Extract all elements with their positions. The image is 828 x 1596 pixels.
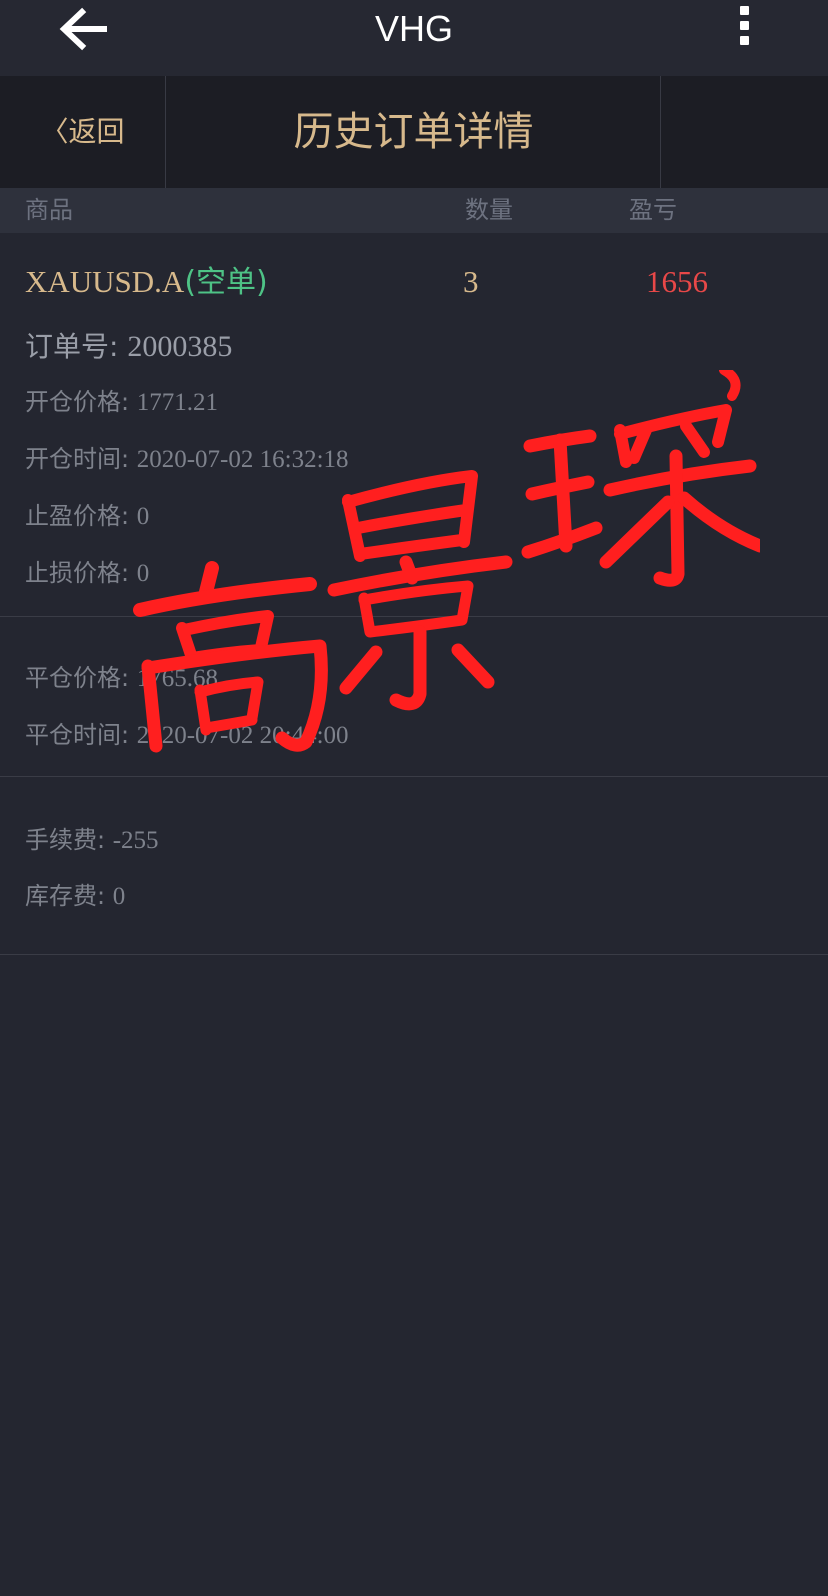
close-time-row: 平仓时间: 2020-07-02 20:44:00 bbox=[25, 715, 349, 755]
back-button[interactable]: 〈返回 bbox=[0, 76, 166, 188]
app-bar: VHG bbox=[0, 0, 828, 76]
take-profit-row: 止盈价格: 0 bbox=[25, 496, 149, 536]
open-price-row: 开仓价格: 1771.21 bbox=[25, 382, 218, 422]
commission-row: 手续费: -255 bbox=[25, 820, 159, 860]
section-divider bbox=[0, 776, 828, 777]
take-profit-label: 止盈价格: bbox=[25, 502, 130, 530]
close-price-value: 1765.68 bbox=[136, 665, 218, 692]
close-time-value: 2020-07-02 20:44:00 bbox=[136, 722, 349, 749]
column-quantity: 数量 bbox=[465, 196, 513, 224]
more-vertical-icon[interactable] bbox=[736, 6, 752, 52]
close-time-label: 平仓时间: bbox=[25, 721, 130, 749]
app-title: VHG bbox=[374, 8, 453, 49]
order-number-row: 订单号: 2000385 bbox=[25, 322, 232, 372]
section-divider bbox=[0, 616, 828, 617]
order-number-label: 订单号: bbox=[25, 330, 119, 363]
take-profit-value: 0 bbox=[136, 503, 150, 530]
pnl-value: 1656 bbox=[646, 264, 708, 299]
close-price-label: 平仓价格: bbox=[25, 664, 130, 692]
column-header: 商品 数量 盈亏 bbox=[0, 188, 828, 233]
open-price-label: 开仓价格: bbox=[25, 388, 130, 416]
commission-value: -255 bbox=[112, 827, 159, 854]
open-price-value: 1771.21 bbox=[136, 389, 218, 416]
close-price-row: 平仓价格: 1765.68 bbox=[25, 658, 218, 698]
column-pnl: 盈亏 bbox=[629, 196, 677, 224]
open-time-row: 开仓时间: 2020-07-02 16:32:18 bbox=[25, 439, 349, 479]
open-time-label: 开仓时间: bbox=[25, 445, 130, 473]
quantity-value: 3 bbox=[463, 264, 479, 299]
swap-row: 库存费: 0 bbox=[25, 876, 125, 916]
section-divider bbox=[0, 954, 828, 955]
stop-loss-label: 止损价格: bbox=[25, 559, 130, 587]
commission-label: 手续费: bbox=[25, 826, 106, 854]
page-title: 历史订单详情 bbox=[293, 109, 534, 155]
order-detail-panel: 〈返回 历史订单详情 商品 数量 盈亏 XAUUSD.A(空单) 3 1656 … bbox=[0, 76, 828, 1596]
open-time-value: 2020-07-02 16:32:18 bbox=[136, 446, 349, 473]
stop-loss-row: 止损价格: 0 bbox=[25, 553, 149, 593]
order-number-value: 2000385 bbox=[127, 330, 233, 363]
swap-label: 库存费: bbox=[25, 882, 106, 910]
page-header: 〈返回 历史订单详情 bbox=[0, 76, 828, 188]
swap-value: 0 bbox=[112, 883, 126, 910]
column-product: 商品 bbox=[25, 196, 73, 224]
order-summary-row: XAUUSD.A(空单) 3 1656 bbox=[0, 254, 828, 310]
direction-label: (空单) bbox=[184, 265, 268, 300]
symbol: XAUUSD.A bbox=[25, 264, 185, 299]
header-right-slot bbox=[660, 76, 828, 188]
symbol-cell: XAUUSD.A(空单) bbox=[25, 254, 268, 311]
stop-loss-value: 0 bbox=[136, 560, 150, 587]
